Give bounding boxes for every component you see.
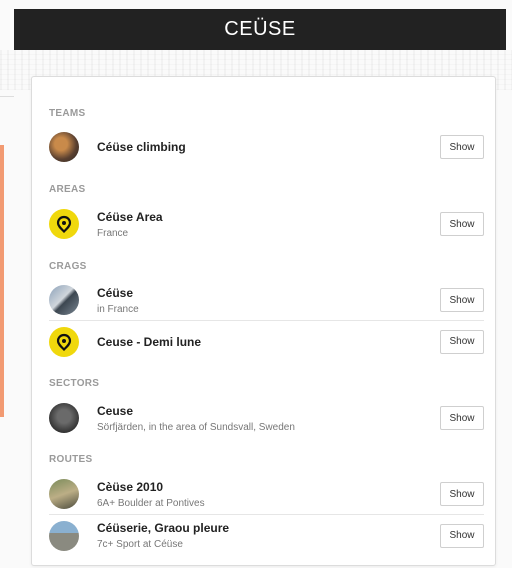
show-button[interactable]: Show xyxy=(440,212,484,236)
section-label-routes: ROUTES xyxy=(49,454,93,465)
result-title[interactable]: Céüse xyxy=(97,286,139,300)
search-results-panel: TEAMS Céüse climbing Show AREAS Céüse Ar… xyxy=(31,76,496,566)
result-title[interactable]: Ceuse xyxy=(97,404,295,418)
result-row-route[interactable]: Cèüse 2010 6A+ Boulder at Pontives Show xyxy=(49,474,484,514)
section-label-crags: CRAGS xyxy=(49,261,87,272)
divider xyxy=(0,96,14,97)
page-title: CEÜSE xyxy=(224,18,296,40)
show-button[interactable]: Show xyxy=(440,523,484,548)
result-subtitle: in France xyxy=(97,303,139,315)
result-title[interactable]: Cèüse 2010 xyxy=(97,480,205,494)
result-row-team[interactable]: Céüse climbing Show xyxy=(49,127,484,167)
location-pin-icon xyxy=(49,209,79,239)
show-button[interactable]: Show xyxy=(440,329,484,354)
show-button[interactable]: Show xyxy=(440,406,484,430)
route-avatar xyxy=(49,479,79,509)
section-label-teams: TEAMS xyxy=(49,108,86,119)
result-subtitle: France xyxy=(97,227,129,239)
route-avatar xyxy=(49,520,79,551)
left-accent-bar xyxy=(0,145,4,417)
result-subtitle: 7c+ Sport at Céüse xyxy=(97,539,183,550)
result-row-sector[interactable]: Ceuse Sörfjärden, in the area of Sundsva… xyxy=(49,398,484,438)
show-button[interactable]: Show xyxy=(440,135,484,159)
header-bar: CEÜSE xyxy=(14,9,506,50)
result-title[interactable]: Céüse Area xyxy=(97,210,163,224)
result-row-route[interactable]: Céüserie, Graou pleure 7c+ Sport at Céüs… xyxy=(49,514,484,556)
show-button[interactable]: Show xyxy=(440,288,484,312)
team-avatar xyxy=(49,132,79,162)
section-label-areas: AREAS xyxy=(49,184,86,195)
crag-avatar xyxy=(49,285,79,315)
result-subtitle: Sörfjärden, in the area of Sundsvall, Sw… xyxy=(97,421,295,433)
sector-avatar xyxy=(49,403,79,433)
result-row-crag[interactable]: Ceuse - Demi lune Show xyxy=(49,320,484,362)
result-subtitle: 6A+ Boulder at Pontives xyxy=(97,497,205,509)
location-pin-icon xyxy=(49,326,79,357)
show-button[interactable]: Show xyxy=(440,482,484,506)
result-row-crag[interactable]: Céüse in France Show xyxy=(49,280,484,320)
result-title[interactable]: Ceuse - Demi lune xyxy=(97,335,201,349)
result-title[interactable]: Céüserie, Graou pleure xyxy=(97,521,229,535)
result-title[interactable]: Céüse climbing xyxy=(97,140,186,154)
result-row-area[interactable]: Céüse Area France Show xyxy=(49,204,484,244)
section-label-sectors: SECTORS xyxy=(49,378,100,389)
